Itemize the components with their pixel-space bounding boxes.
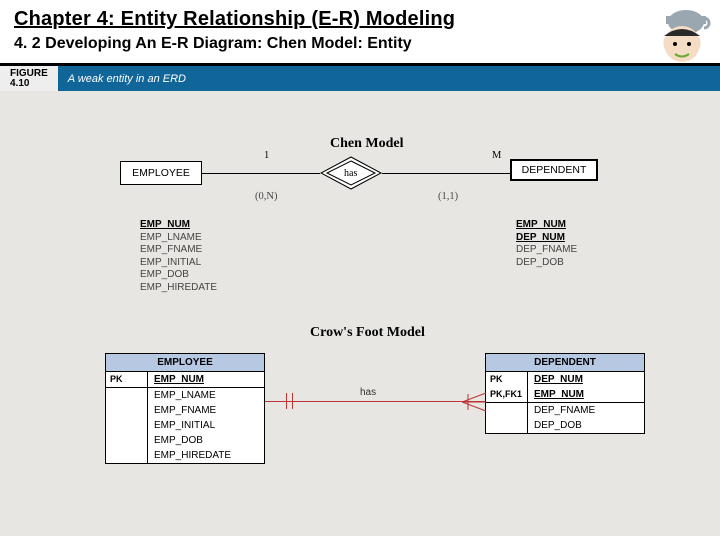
attr-item: DEP_DOB bbox=[516, 257, 577, 270]
table-row: EMP_INITIAL bbox=[106, 418, 264, 433]
cf-head-employee: EMPLOYEE bbox=[106, 354, 264, 372]
table-row: EMP_FNAME bbox=[106, 403, 264, 418]
attr-item: EMP_NUM bbox=[516, 219, 577, 232]
section-subtitle: 4. 2 Developing An E-R Diagram: Chen Mod… bbox=[14, 35, 706, 53]
figure-number: FIGURE 4.10 bbox=[0, 66, 58, 91]
attr-item: EMP_HIREDATE bbox=[140, 282, 217, 295]
table-row: PK,FK1EMP_NUM bbox=[486, 387, 644, 402]
figure-label-word: FIGURE bbox=[10, 69, 48, 79]
crowsfoot-title: Crow's Foot Model bbox=[310, 325, 425, 341]
cf-table-dependent: DEPENDENT PKDEP_NUMPK,FK1EMP_NUM DEP_FNA… bbox=[485, 353, 645, 434]
attr-item: EMP_LNAME bbox=[140, 232, 217, 245]
attr-item: EMP_NUM bbox=[140, 219, 217, 232]
chen-attrs-dependent: EMP_NUMDEP_NUMDEP_FNAMEDEP_DOB bbox=[516, 219, 577, 269]
attr-item: EMP_INITIAL bbox=[140, 257, 217, 270]
cf-relationship-label: has bbox=[360, 387, 376, 398]
chen-cardinality-m: M bbox=[492, 150, 501, 161]
table-row: PKEMP_NUM bbox=[106, 372, 264, 387]
diagram-canvas: Chen Model EMPLOYEE DEPENDENT has 1 M (0… bbox=[0, 91, 720, 536]
figure-label-num: 4.10 bbox=[10, 79, 48, 89]
chapter-title: Chapter 4: Entity Relationship (E-R) Mod… bbox=[14, 8, 706, 31]
attr-item: DEP_FNAME bbox=[516, 244, 577, 257]
attr-item: EMP_FNAME bbox=[140, 244, 217, 257]
table-row: DEP_FNAME bbox=[486, 403, 644, 418]
attr-item: DEP_NUM bbox=[516, 232, 577, 245]
figure-caption: A weak entity in an ERD bbox=[68, 73, 186, 85]
table-row: PKDEP_NUM bbox=[486, 372, 644, 387]
cf-head-dependent: DEPENDENT bbox=[486, 354, 644, 372]
cf-table-employee: EMPLOYEE PKEMP_NUM EMP_LNAMEEMP_FNAMEEMP… bbox=[105, 353, 265, 464]
chen-cardinality-1: 1 bbox=[264, 150, 269, 161]
chen-participation-left: (0,N) bbox=[255, 191, 277, 202]
cf-notation-one-bar2 bbox=[292, 393, 293, 409]
chen-line-right bbox=[382, 173, 510, 174]
chen-attrs-employee: EMP_NUMEMP_LNAMEEMP_FNAMEEMP_INITIALEMP_… bbox=[140, 219, 217, 294]
chen-participation-right: (1,1) bbox=[438, 191, 458, 202]
figure-bar: FIGURE 4.10 A weak entity in an ERD bbox=[0, 66, 720, 91]
cf-relationship-line bbox=[265, 401, 485, 402]
cf-notation-crowsfoot bbox=[462, 391, 488, 413]
table-row: EMP_HIREDATE bbox=[106, 448, 264, 463]
chen-model-title: Chen Model bbox=[330, 136, 404, 152]
chen-relationship-label: has bbox=[344, 168, 357, 179]
chen-entity-dependent: DEPENDENT bbox=[510, 159, 598, 181]
table-row: DEP_DOB bbox=[486, 418, 644, 433]
cartoon-avatar bbox=[642, 6, 712, 64]
table-row: EMP_DOB bbox=[106, 433, 264, 448]
chen-line-left bbox=[202, 173, 320, 174]
cf-notation-one-bar1 bbox=[286, 393, 287, 409]
table-row: EMP_LNAME bbox=[106, 388, 264, 403]
attr-item: EMP_DOB bbox=[140, 269, 217, 282]
chen-entity-employee: EMPLOYEE bbox=[120, 161, 202, 185]
